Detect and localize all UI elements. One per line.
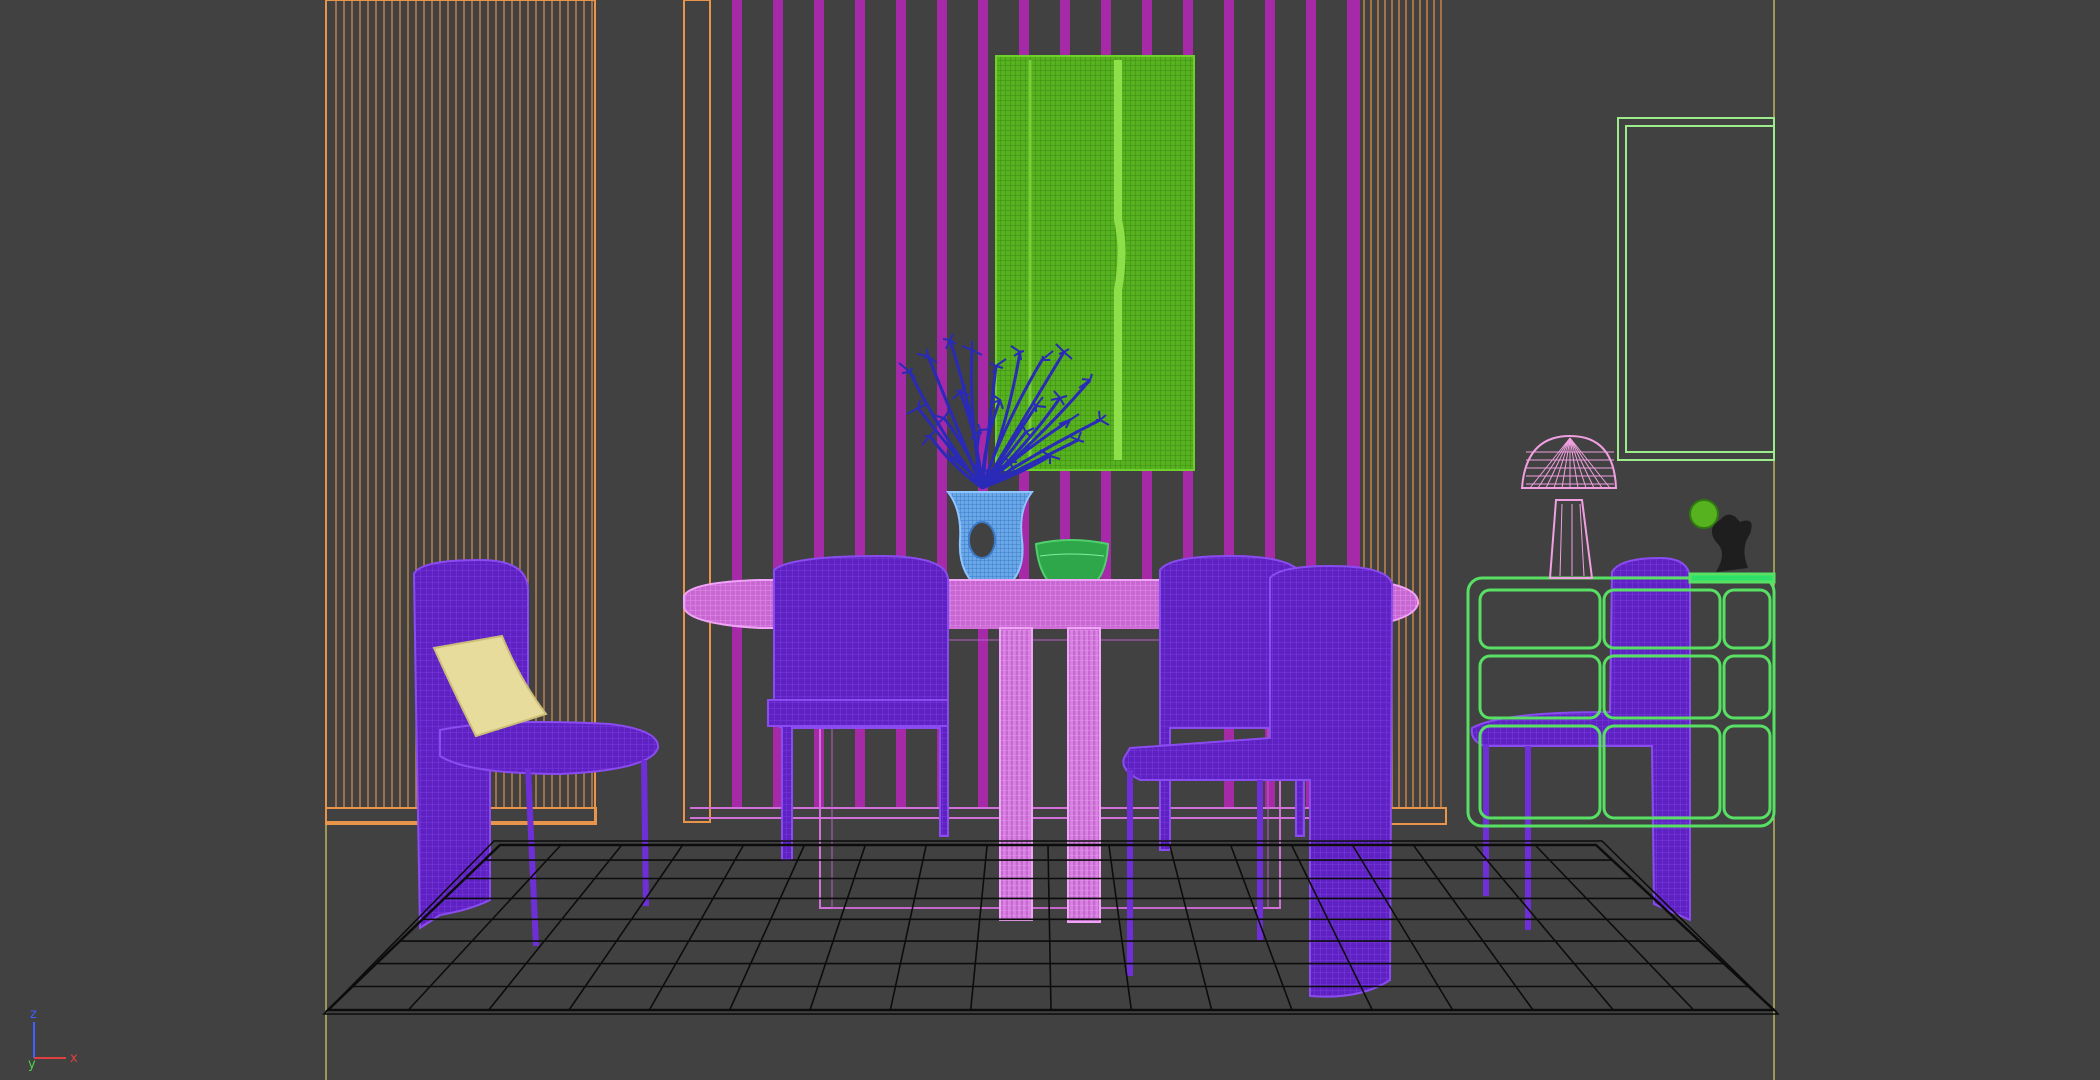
y-axis-label: y: [28, 1057, 36, 1072]
x-axis-label: x: [70, 1051, 78, 1066]
table-lamp: [1520, 434, 1618, 579]
scene-wireframe-render[interactable]: z y x: [0, 0, 2100, 1080]
z-axis-label: z: [30, 1007, 37, 1022]
chair-right: [1470, 556, 1691, 930]
wall-frame: [1617, 117, 1775, 461]
rug-grid: [322, 840, 1780, 1015]
viewport-perspective[interactable]: z y x: [0, 0, 2100, 1080]
axis-gizmo: z y x: [28, 1007, 78, 1072]
chair-back-left: [767, 554, 949, 861]
sculpture: [1689, 499, 1752, 572]
painting: [995, 55, 1195, 471]
